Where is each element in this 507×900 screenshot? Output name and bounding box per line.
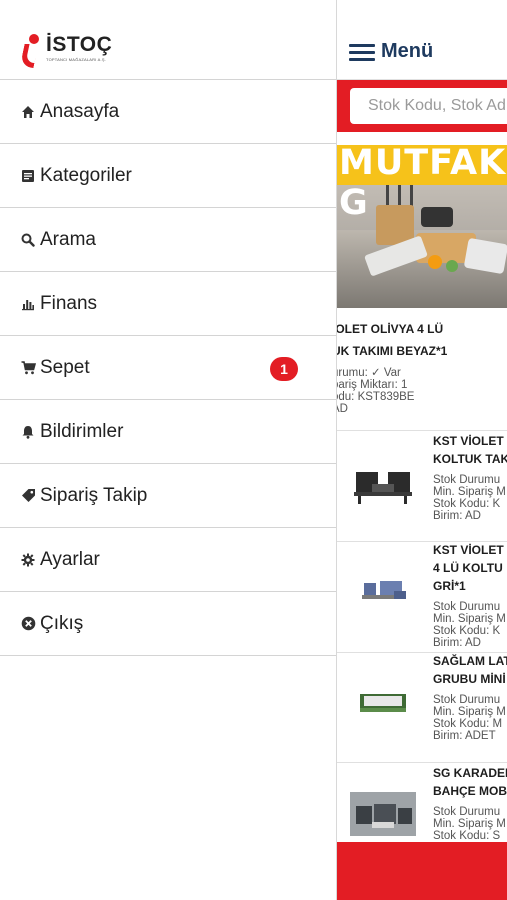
product-image (362, 581, 406, 599)
product-min-order: Min. Sipariş M (433, 818, 506, 830)
product-stock: Stok Durumu (433, 806, 501, 818)
product-unit: Birim: AD (433, 637, 481, 649)
tag-icon (20, 488, 36, 504)
drawer-item-label: Sipariş Takip (40, 484, 148, 506)
drawer-item-ayarlar[interactable]: Ayarlar (0, 528, 336, 592)
pot-decor (421, 207, 453, 227)
product-name: UK TAKIMI BEYAZ*1 (336, 344, 448, 358)
drawer-item-label: Anasayfa (40, 100, 120, 122)
drawer-item-finans[interactable]: Finans (0, 272, 336, 336)
drawer-item-cikis[interactable]: Çıkış (0, 592, 336, 656)
bell-icon (20, 424, 36, 440)
top-bar: Menü (336, 0, 507, 80)
product-row[interactable]: KST VİOLET 4 LÜ KOLTU GRİ*1 Stok Durumu … (336, 541, 507, 653)
product-unit: Birim: AD (433, 510, 481, 522)
side-drawer: İSTOÇ TOPTANCI MAĞAZALARI A.Ş. Anasayfa … (0, 0, 337, 900)
search-input[interactable]: Stok Kodu, Stok Adı (350, 88, 507, 124)
drawer-item-label: Arama (40, 228, 96, 250)
product-name: KST VİOLET (433, 434, 504, 448)
drawer-item-bildirimler[interactable]: Bildirimler (0, 400, 336, 464)
product-image (360, 694, 406, 712)
drawer-item-label: Kategoriler (40, 164, 132, 186)
hamburger-icon[interactable] (349, 44, 375, 62)
product-name: SG KARADEN (433, 766, 507, 780)
logo-wordmark: İSTOÇ (46, 33, 113, 56)
product-name: KOLTUK TAK (433, 452, 507, 466)
gear-icon (20, 552, 36, 568)
close-circle-icon (20, 616, 36, 632)
product-row[interactable]: SG KARADEN BAHÇE MOB Stok Durumu Min. Si… (336, 762, 507, 842)
logo-mark (19, 34, 42, 70)
product-stock: Stok Durumu (433, 601, 501, 613)
drawer-item-label: Sepet (40, 356, 90, 378)
drawer-item-label: Ayarlar (40, 548, 100, 570)
drawer-item-label: Çıkış (40, 612, 84, 634)
product-unit: Birim: ADET (433, 730, 496, 742)
category-banner[interactable]: MUTFAK G (336, 145, 507, 308)
vegetable-decor (446, 260, 458, 272)
product-image (350, 792, 416, 836)
search-icon (20, 232, 36, 248)
product-min-order: Min. Sipariş M (433, 486, 506, 498)
drawer-item-arama[interactable]: Arama (0, 208, 336, 272)
product-name: SAĞLAM LAT (433, 654, 507, 668)
vegetable-decor (428, 255, 442, 269)
product-card[interactable]: İOLET OLİVYA 4 LÜ UK TAKIMI BEYAZ*1 urum… (336, 318, 507, 431)
product-image (354, 472, 412, 504)
cart-icon (20, 360, 36, 376)
product-stock: Stok Durumu (433, 474, 501, 486)
bottom-bar[interactable] (336, 842, 507, 900)
product-code: Stok Kodu: K (433, 498, 501, 510)
product-name: 4 LÜ KOLTU (433, 561, 503, 575)
home-icon (20, 104, 36, 120)
product-code: Stok Kodu: S (433, 830, 501, 842)
drawer-item-siparis-takip[interactable]: Sipariş Takip (0, 464, 336, 528)
bar-chart-icon (20, 296, 36, 312)
product-min-order: Min. Sipariş M (433, 706, 506, 718)
main-screen: Menü Stok Kodu, Stok Adı MUTFAK G İOLET … (336, 0, 507, 900)
drawer-item-sepet[interactable]: Sepet 1 (0, 336, 336, 400)
product-name: GRUBU MİNİ (433, 672, 506, 686)
product-stock: Stok Durumu (433, 694, 501, 706)
product-name: BAHÇE MOB (433, 784, 507, 798)
product-min-order: Min. Sipariş M (433, 613, 506, 625)
drawer-item-anasayfa[interactable]: Anasayfa (0, 80, 336, 144)
product-name: KST VİOLET (433, 543, 504, 557)
product-row[interactable]: KST VİOLET KOLTUK TAK Stok Durumu Min. S… (336, 430, 507, 542)
product-name: İOLET OLİVYA 4 LÜ (336, 322, 444, 336)
product-unit: AD (336, 403, 348, 415)
drawer-item-label: Bildirimler (40, 420, 124, 442)
list-icon (20, 168, 36, 184)
drawer-item-label: Finans (40, 292, 98, 314)
drawer-header: İSTOÇ TOPTANCI MAĞAZALARI A.Ş. (0, 0, 336, 80)
drawer-item-kategoriler[interactable]: Kategoriler (0, 144, 336, 208)
product-stock: urumu: ✓ Var (336, 367, 401, 379)
product-code: Stok Kodu: K (433, 625, 501, 637)
product-row[interactable]: SAĞLAM LAT GRUBU MİNİ Stok Durumu Min. S… (336, 652, 507, 763)
brand-logo: İSTOÇ TOPTANCI MAĞAZALARI A.Ş. (19, 33, 113, 70)
logo-subtitle: TOPTANCI MAĞAZALARI A.Ş. (46, 57, 106, 62)
product-name: GRİ*1 (433, 579, 466, 593)
product-code: odu: KST839BE (336, 391, 415, 403)
cart-count-badge: 1 (270, 357, 298, 381)
product-min-order: pariş Miktarı: 1 (336, 379, 408, 391)
product-code: Stok Kodu: M (433, 718, 503, 730)
menu-title[interactable]: Menü (381, 40, 433, 63)
search-bar: Stok Kodu, Stok Adı (336, 80, 507, 132)
